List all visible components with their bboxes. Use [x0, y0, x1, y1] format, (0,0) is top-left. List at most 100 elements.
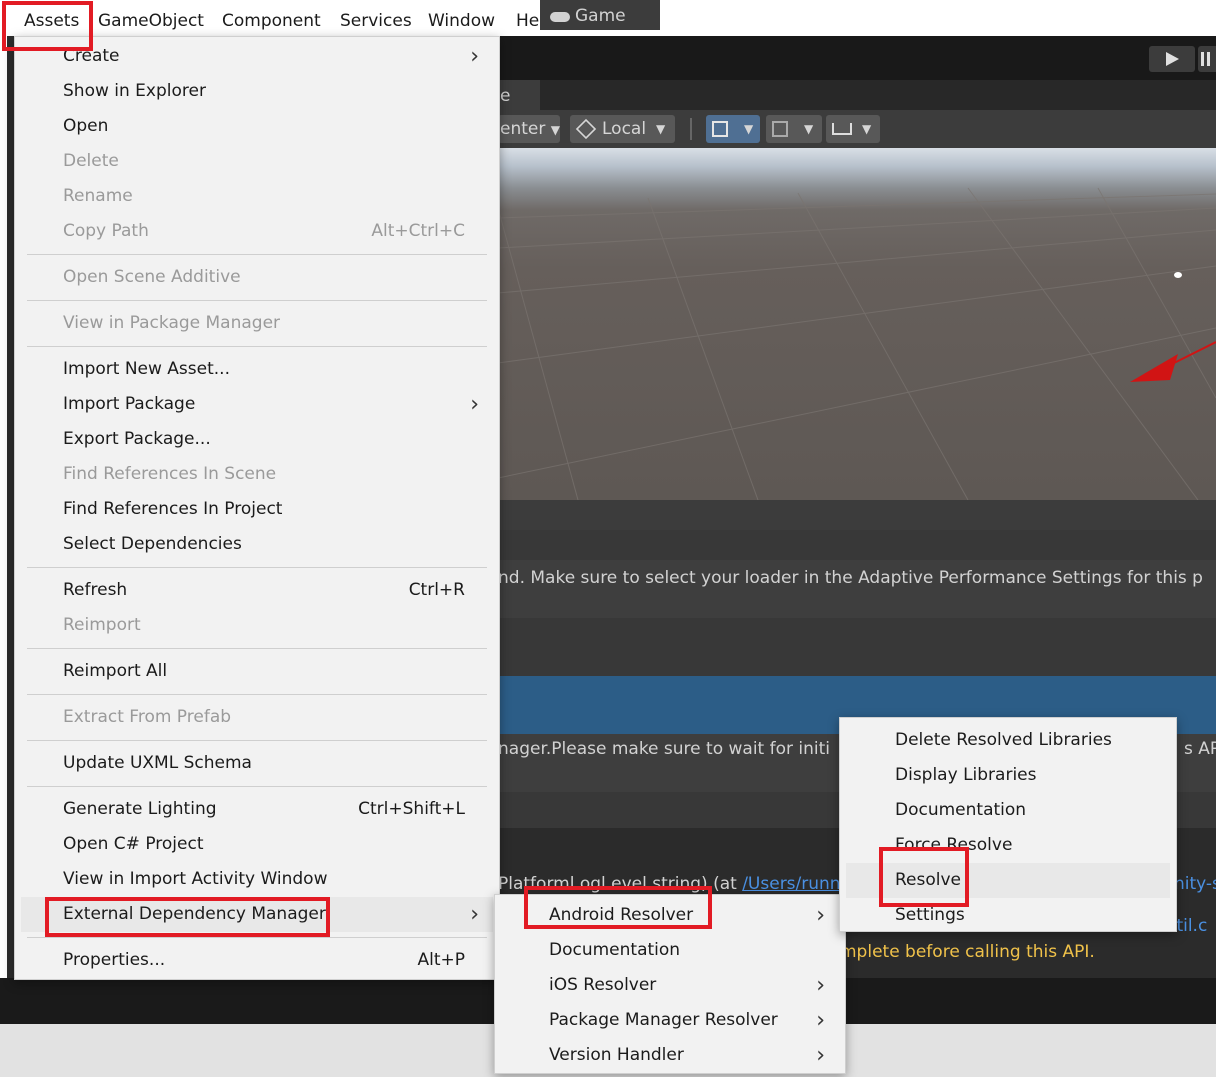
tab-game[interactable]: Game	[540, 0, 660, 30]
menu-separator	[27, 346, 487, 347]
ruler-icon	[832, 123, 852, 135]
menu-item-ios-resolver[interactable]: iOS Resolver ›	[495, 968, 845, 1003]
menu-item-documentation[interactable]: Documentation	[495, 933, 845, 968]
menu-item-label: Find References In Scene	[63, 464, 277, 484]
menu-item-reimport: Reimport	[15, 608, 499, 643]
light-icon	[1174, 272, 1182, 278]
menu-item-label: Open Scene Additive	[63, 267, 241, 287]
menu-item-label: Delete Resolved Libraries	[895, 730, 1112, 750]
chevron-down-icon: ▼	[744, 122, 754, 136]
console-message-tail: s API	[1184, 739, 1216, 759]
menu-item-open-scene-additive: Open Scene Additive	[15, 260, 499, 295]
menu-item-find-references-in-project[interactable]: Find References In Project	[15, 492, 499, 527]
cube-icon	[575, 118, 597, 140]
menu-item-select-dependencies[interactable]: Select Dependencies	[15, 527, 499, 562]
highlight-box	[524, 886, 712, 929]
menu-separator	[27, 786, 487, 787]
menu-item-properties[interactable]: Properties... Alt+P	[15, 943, 499, 978]
menu-item-show-in-explorer[interactable]: Show in Explorer	[15, 74, 499, 109]
menu-item-delete: Delete	[15, 144, 499, 179]
menu-item-label: Version Handler	[549, 1045, 684, 1065]
detail-link[interactable]: nity-s	[1174, 874, 1216, 894]
menu-item-update-uxml-schema[interactable]: Update UXML Schema	[15, 746, 499, 781]
menu-separator	[27, 300, 487, 301]
menu-item-label: Display Libraries	[895, 765, 1037, 785]
detail-link[interactable]: /Users/runn	[742, 874, 840, 894]
menu-item-rename: Rename	[15, 179, 499, 214]
scene-grid	[498, 187, 1216, 500]
tab-scene-label: e	[500, 86, 511, 106]
menu-item-shortcut: Ctrl+Shift+L	[358, 799, 465, 819]
menu-item-display-libraries[interactable]: Display Libraries	[840, 758, 1176, 793]
menu-item-extract-from-prefab: Extract From Prefab	[15, 700, 499, 735]
menu-item-shortcut: Ctrl+R	[408, 580, 465, 600]
menu-item-label: Delete	[63, 151, 119, 171]
menu-separator	[27, 648, 487, 649]
menu-item-version-handler[interactable]: Version Handler ›	[495, 1038, 845, 1073]
menu-item-label: Export Package...	[63, 429, 211, 449]
console-row[interactable]	[498, 618, 1216, 676]
menu-item-label: iOS Resolver	[549, 975, 657, 995]
play-button[interactable]	[1149, 46, 1195, 72]
chevron-down-icon: ▼	[656, 122, 666, 136]
menu-item-label: Open	[63, 116, 109, 136]
menu-item-label: Copy Path	[63, 221, 149, 241]
menu-item-generate-lighting[interactable]: Generate Lighting Ctrl+Shift+L	[15, 792, 499, 827]
menu-item-view-in-import-activity-window[interactable]: View in Import Activity Window	[15, 862, 499, 897]
console-row[interactable]: nd. Make sure to select your loader in t…	[498, 560, 1216, 618]
menu-item-package-manager-resolver[interactable]: Package Manager Resolver ›	[495, 1003, 845, 1038]
toolbar-divider	[690, 118, 692, 140]
menu-item-label: Reimport	[63, 615, 141, 635]
snap-increment-dropdown[interactable]: ▼	[766, 115, 822, 143]
menu-item-label: Documentation	[895, 800, 1027, 820]
menu-item-label: Package Manager Resolver	[549, 1010, 778, 1030]
pause-icon	[1201, 52, 1204, 66]
chevron-down-icon: ▼	[862, 122, 872, 136]
menu-item-label: Extract From Prefab	[63, 707, 232, 727]
chevron-right-icon: ›	[816, 973, 825, 998]
scene-viewport[interactable]	[498, 148, 1216, 500]
menu-item-label: Rename	[63, 186, 133, 206]
pivot-dropdown[interactable]: enter ▼	[498, 115, 560, 143]
menu-item-label: Documentation	[549, 940, 681, 960]
menu-item-label: Open C# Project	[63, 834, 204, 854]
console-message: nager.Please make sure to wait for initi	[498, 739, 831, 759]
menu-item-documentation[interactable]: Documentation	[840, 793, 1176, 828]
menu-item-open[interactable]: Open	[15, 109, 499, 144]
menu-separator	[27, 254, 487, 255]
menu-separator	[27, 567, 487, 568]
ruler-dropdown[interactable]: ▼	[826, 115, 880, 143]
menu-item-label: View in Package Manager	[63, 313, 281, 333]
gamepad-icon	[550, 12, 570, 22]
chevron-right-icon: ›	[816, 1043, 825, 1068]
menu-item-import-new-asset[interactable]: Import New Asset...	[15, 352, 499, 387]
space-dropdown[interactable]: Local ▼	[570, 115, 675, 143]
chevron-right-icon: ›	[816, 1008, 825, 1033]
menu-item-label: Show in Explorer	[63, 81, 206, 101]
menu-item-copy-path: Copy Path Alt+Ctrl+C	[15, 214, 499, 249]
menu-separator	[27, 937, 487, 938]
menu-item-open-c-project[interactable]: Open C# Project	[15, 827, 499, 862]
menu-item-export-package[interactable]: Export Package...	[15, 422, 499, 457]
menu-item-reimport-all[interactable]: Reimport All	[15, 654, 499, 689]
menu-item-shortcut: Alt+P	[417, 950, 465, 970]
menu-item-import-package[interactable]: Import Package ›	[15, 387, 499, 422]
chevron-down-icon: ▼	[804, 122, 814, 136]
tab-scene[interactable]: e	[498, 80, 540, 110]
menu-separator	[27, 694, 487, 695]
hierarchy-edge	[7, 36, 14, 978]
menu-item-label: Update UXML Schema	[63, 753, 252, 773]
pause-button[interactable]	[1198, 46, 1216, 72]
gizmo-arrow	[1130, 354, 1178, 382]
menu-item-label: Reimport All	[63, 661, 168, 681]
menu-item-find-references-in-scene: Find References In Scene	[15, 457, 499, 492]
console-row[interactable]	[498, 530, 1216, 560]
highlight-box	[2, 1, 93, 51]
menu-item-label: Import Package	[63, 394, 196, 414]
snap-icon	[772, 121, 788, 137]
menu-item-delete-resolved-libraries[interactable]: Delete Resolved Libraries	[840, 723, 1176, 758]
grid-snap-toggle[interactable]: ▼	[706, 115, 760, 143]
menu-item-refresh[interactable]: Refresh Ctrl+R	[15, 573, 499, 608]
grid-icon	[712, 121, 728, 137]
assets-menu: Create › Show in Explorer Open Delete Rename C…	[14, 36, 500, 980]
